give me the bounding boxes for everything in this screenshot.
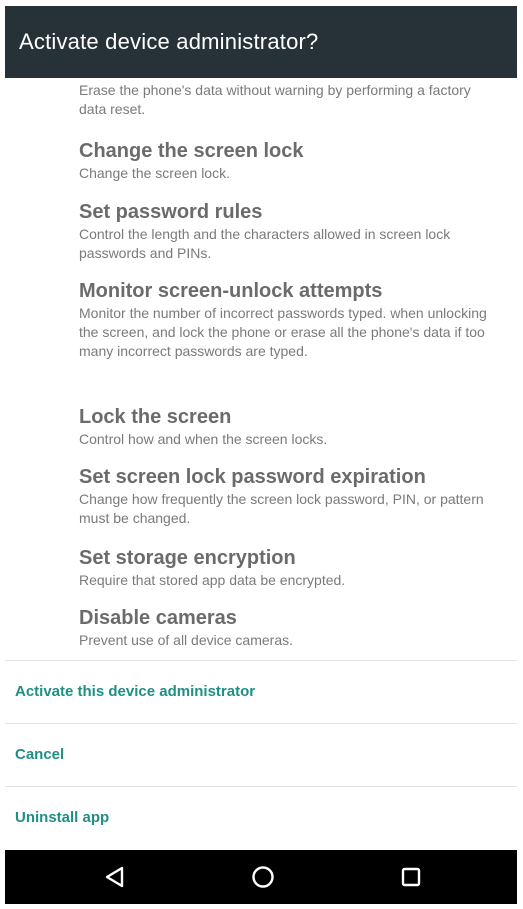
home-circle-icon	[252, 866, 274, 888]
permission-title: Disable cameras	[79, 607, 237, 629]
permission-title: Monitor screen-unlock attempts	[79, 280, 383, 302]
permission-description: Prevent use of all device cameras.	[79, 632, 293, 648]
recents-button[interactable]	[381, 850, 441, 904]
permission-item-password-rules: Set password rules Control the length an…	[79, 199, 499, 263]
uninstall-app-button[interactable]: Uninstall app	[15, 798, 109, 838]
permission-description: Control the length and the characters al…	[79, 226, 451, 261]
permission-title: Set password rules	[79, 201, 263, 223]
permission-description: Change how frequently the screen lock pa…	[79, 491, 484, 526]
permission-item-password-expiration: Set screen lock password expiration Chan…	[79, 464, 499, 528]
permission-description: Erase the phone's data without warning b…	[79, 82, 471, 117]
permission-title: Set screen lock password expiration	[79, 466, 426, 488]
permission-description: Monitor the number of incorrect password…	[79, 305, 487, 359]
permission-item-disable-cameras: Disable cameras Prevent use of all devic…	[79, 605, 499, 650]
back-triangle-icon	[105, 866, 124, 888]
permission-list[interactable]: Erase the phone's data without warning b…	[5, 78, 517, 660]
divider	[5, 723, 517, 724]
permission-title: Lock the screen	[79, 406, 232, 428]
dialog-title: Activate device administrator?	[5, 6, 517, 78]
permission-description: Control how and when the screen locks.	[79, 431, 328, 447]
recents-square-icon	[401, 867, 421, 887]
permission-item-lock-screen: Lock the screen Control how and when the…	[79, 404, 499, 449]
activate-button[interactable]: Activate this device administrator	[15, 672, 255, 712]
permission-item-monitor-unlock: Monitor screen-unlock attempts Monitor t…	[79, 278, 499, 361]
permission-item-erase-data: Erase the phone's data without warning b…	[79, 81, 499, 119]
navigation-bar	[5, 850, 517, 904]
cancel-button[interactable]: Cancel	[15, 735, 64, 775]
divider	[5, 660, 517, 661]
home-button[interactable]	[233, 850, 293, 904]
permission-title: Change the screen lock	[79, 140, 304, 162]
divider	[5, 786, 517, 787]
permission-title: Set storage encryption	[79, 547, 296, 569]
device-admin-dialog: Activate device administrator? Erase the…	[5, 6, 517, 904]
back-button[interactable]	[85, 850, 145, 904]
permission-item-storage-encryption: Set storage encryption Require that stor…	[79, 545, 499, 590]
permission-item-change-screen-lock: Change the screen lock Change the screen…	[79, 138, 499, 183]
permission-description: Change the screen lock.	[79, 165, 230, 181]
permission-description: Require that stored app data be encrypte…	[79, 572, 346, 588]
